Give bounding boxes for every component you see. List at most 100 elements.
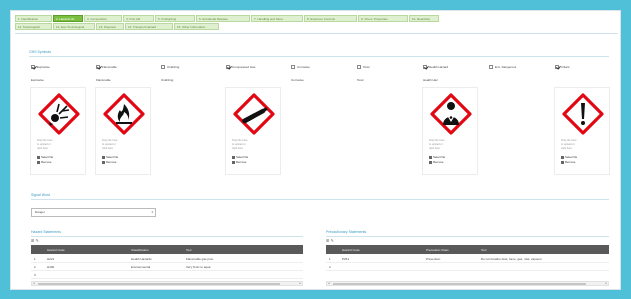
ghs-image-card[interactable]: Drop file here to upload or click here Sele… — [30, 87, 86, 175]
table-cell: Prevention — [426, 257, 441, 261]
select-file-link[interactable]: Select file — [232, 155, 248, 159]
ghs-checkbox[interactable]: Oxidizing — [161, 65, 216, 70]
tab-exposure-controls[interactable]: 8. Exposure Controls — [304, 15, 357, 22]
table-cell: H221 — [47, 257, 55, 261]
ghs-checkbox[interactable]: Flammable — [96, 65, 151, 70]
horizontal-scrollbar[interactable]: ◂ ▸ — [326, 281, 609, 286]
table-cell: 1 — [34, 257, 36, 261]
scroll-left-icon[interactable]: ◂ — [328, 281, 330, 285]
upload-hint: Drop file here to upload or click here — [561, 139, 605, 151]
checkbox-box[interactable] — [31, 65, 35, 70]
trash-icon — [429, 160, 432, 164]
scroll-left-icon[interactable]: ◂ — [33, 281, 35, 285]
checkbox-box[interactable] — [423, 65, 427, 70]
table-row[interactable]: 2 H400 Environmental Very Toxic to aqua — [31, 263, 303, 271]
precautionary-statements-title: Precautionary Statements — [326, 230, 367, 234]
checkbox-box[interactable] — [489, 65, 493, 70]
select-file-link[interactable]: Select file — [37, 155, 53, 159]
select-file-link-label: Select file — [565, 155, 578, 159]
edit-row-icon[interactable]: ✎ — [34, 238, 38, 243]
tab-eco-toxicological[interactable]: 12. Eco-Toxicological — [53, 23, 95, 30]
table-row[interactable]: 1 H221 Health Hazards Flammable gas proc. — [31, 255, 303, 263]
ghs-section-title: GHS Symbols — [29, 50, 51, 54]
checkbox-box[interactable] — [555, 65, 559, 70]
scrollbar-thumb[interactable] — [38, 283, 280, 285]
tab-toxicological[interactable]: 11. Toxicological — [15, 23, 52, 30]
ghs-checkbox-label: Compressed Gas — [232, 65, 256, 70]
signal-word-title: Signal Word — [31, 193, 51, 197]
select-file-link[interactable]: Select file — [561, 155, 577, 159]
ghs-checkbox[interactable]: Explosive — [31, 65, 86, 70]
ghs-checkbox[interactable]: Corrosive — [291, 65, 346, 70]
horizontal-scrollbar[interactable]: ◂ ▸ — [31, 281, 303, 286]
tab-firefighting[interactable]: 5. Firefighting — [155, 15, 195, 22]
grid-column-header[interactable]: Text — [186, 248, 192, 252]
tab-first-aid[interactable]: 4. First Aid — [123, 15, 154, 22]
upload-hint-line: click here — [429, 147, 440, 150]
select-file-link-label: Select file — [106, 155, 119, 159]
checkbox-box[interactable] — [161, 65, 165, 70]
remove-link[interactable]: Remove — [232, 160, 246, 164]
trash-icon — [561, 160, 564, 164]
ghs-checkbox[interactable]: Compressed Gas — [226, 65, 281, 70]
scrollbar-thumb[interactable] — [333, 283, 586, 285]
grid-column-header[interactable]: Precaution Class — [426, 248, 449, 252]
ghs-checkbox[interactable]: Irritant — [555, 65, 610, 70]
checkbox-box[interactable] — [357, 65, 361, 70]
ghs-hazard-name: Toxic — [357, 78, 364, 82]
remove-link[interactable]: Remove — [102, 160, 116, 164]
tab-handling-store[interactable]: 7. Handling and Store — [251, 15, 303, 22]
remove-link[interactable]: Remove — [561, 160, 575, 164]
table-row[interactable]: 3 — [31, 271, 303, 279]
ghs-checkbox-label: Oxidizing — [167, 65, 180, 70]
ghs-image-card[interactable]: Drop file here to upload or click here Sele… — [554, 87, 610, 175]
tab-reactivity[interactable]: 10. Reactivity — [409, 15, 439, 22]
scroll-right-icon[interactable]: ▸ — [299, 281, 301, 285]
ghs-checkbox[interactable]: Toxic — [357, 65, 412, 70]
table-cell: 1 — [329, 257, 331, 261]
tab-disposal[interactable]: 13. Disposal — [96, 23, 124, 30]
divider — [15, 33, 618, 34]
table-cell: Very Toxic to aqua — [186, 265, 211, 269]
signal-word-select[interactable]: Danger ▾ — [31, 208, 156, 217]
ghs-hazard-name: Flammable — [96, 78, 111, 82]
remove-link[interactable]: Remove — [429, 160, 443, 164]
table-row[interactable]: 1 P261 Prevention Do not breathe dust, fume… — [326, 255, 609, 263]
grid-column-header[interactable]: Text — [481, 248, 487, 252]
ghs-checkbox-label: Env. Dangerous — [495, 65, 517, 70]
checkbox-box[interactable] — [96, 65, 100, 70]
tab-identification[interactable]: 1. Identification — [15, 15, 52, 22]
edit-row-icon[interactable]: ✎ — [329, 238, 333, 243]
tab-chem-properties[interactable]: 9. Chem. Properties — [358, 15, 408, 22]
table-row[interactable]: 2 — [326, 263, 609, 271]
ghs-image-card[interactable]: Drop file here to upload or click here Sele… — [225, 87, 281, 175]
ghs-image-card[interactable]: Drop file here to upload or click here Sele… — [422, 87, 478, 175]
select-file-link[interactable]: Select file — [102, 155, 118, 159]
select-file-link[interactable]: Select file — [429, 155, 445, 159]
upload-hint-line: click here — [232, 147, 243, 150]
precautionary-statements-grid: ⊞ ✎ Hazard Code Precaution Class Text 1 P261 P… — [326, 238, 609, 289]
checkbox-box[interactable] — [291, 65, 295, 70]
checkbox-box[interactable] — [226, 65, 230, 70]
ghs-checkbox-label: Irritant — [561, 65, 570, 70]
grid-column-header[interactable]: Classification — [131, 248, 149, 252]
tab-other-information[interactable]: 15. Other Information — [174, 23, 219, 30]
grid-column-header[interactable]: Hazard Code — [47, 248, 65, 252]
remove-link[interactable]: Remove — [37, 160, 51, 164]
grid-column-header[interactable]: Hazard Code — [342, 248, 360, 252]
folder-icon — [102, 155, 105, 159]
tab-composition[interactable]: 3. Composition — [84, 15, 122, 22]
ghs-checkbox[interactable]: Health Hazard — [423, 65, 478, 70]
upload-hint: Drop file here to upload or click here — [37, 139, 81, 151]
trash-icon — [232, 160, 235, 164]
table-cell: Environmental — [131, 265, 151, 269]
tab-accidental-release[interactable]: 6. Accidental Release — [196, 15, 250, 22]
ghs-checkbox[interactable]: Env. Dangerous — [489, 65, 544, 70]
tab-hazards-id[interactable]: 2. Hazards ID — [53, 15, 83, 22]
upload-hint: Drop file here to upload or click here — [102, 139, 146, 151]
ghs-image-card[interactable]: Drop file here to upload or click here Sele… — [95, 87, 151, 175]
tab-transport-hazard[interactable]: 14. Transport Hazard — [125, 23, 173, 30]
main-panel: 1. Identification 2. Hazards ID 3. Compo… — [10, 10, 621, 290]
table-cell: 2 — [329, 265, 331, 269]
scroll-right-icon[interactable]: ▸ — [605, 281, 607, 285]
